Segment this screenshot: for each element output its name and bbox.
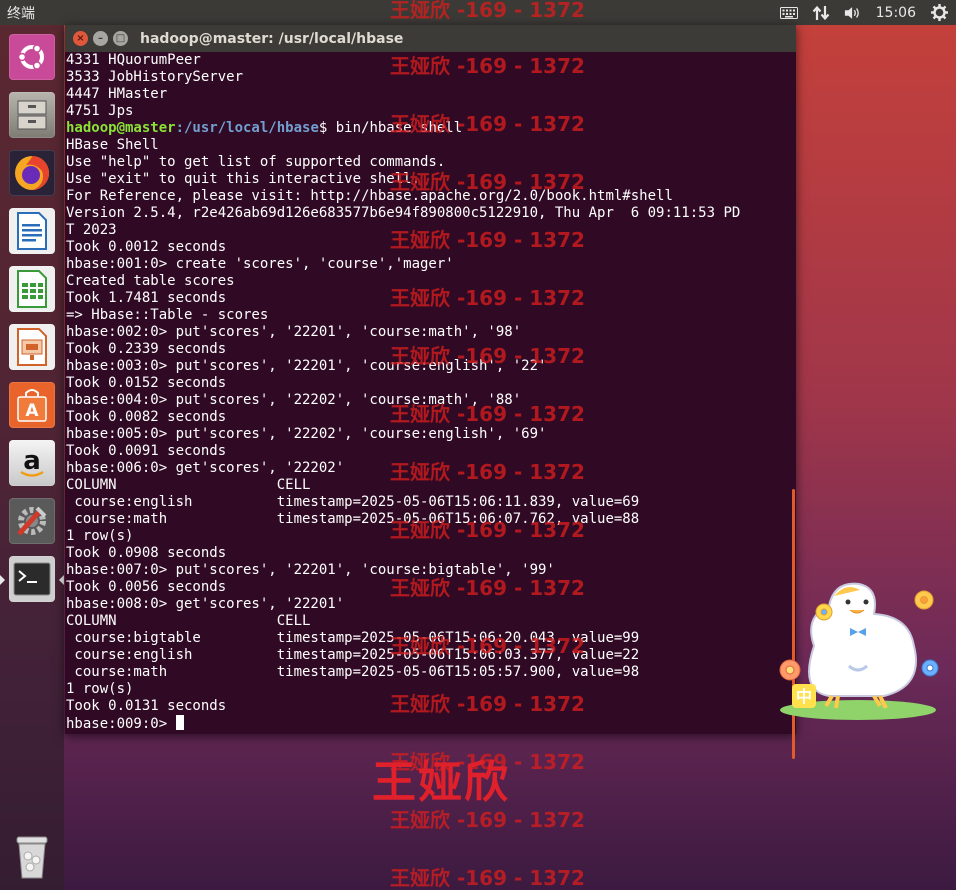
duck-sticker-icon: 中 <box>774 576 946 726</box>
terminal-line: course:math timestamp=2025-05-06T15:05:5… <box>66 664 640 680</box>
terminal-line: course:english timestamp=2025-05-06T15:0… <box>66 647 640 663</box>
launcher-firefox[interactable] <box>6 147 58 199</box>
terminal-line: Use "exit" to quit this interactive shel… <box>66 171 421 187</box>
minimize-button[interactable]: – <box>93 31 108 46</box>
terminal-line: Version 2.5.4, r2e426ab69d126e683577b6e9… <box>66 205 741 221</box>
active-app-name: 终端 <box>7 5 35 22</box>
terminal-line: => Hbase::Table - scores <box>66 307 269 323</box>
terminal-line: 3533 JobHistoryServer <box>66 69 244 85</box>
terminal-line: hbase:002:0> put'scores', '22201', 'cour… <box>66 324 522 340</box>
shell-prompt-line: hadoop@master:/usr/local/hbase$ bin/hbas… <box>66 120 790 137</box>
terminal-output[interactable]: 4331 HQuorumPeer 3533 JobHistoryServer 444… <box>65 52 790 734</box>
sticker-label: 中 <box>796 687 812 706</box>
launcher-terminal[interactable] <box>6 553 58 605</box>
terminal-line: Took 0.0056 seconds <box>66 579 227 595</box>
terminal-line: COLUMN CELL <box>66 477 311 493</box>
big-watermark: 王娅欣 <box>372 757 510 808</box>
launcher-calc[interactable] <box>6 263 58 315</box>
launcher-files[interactable] <box>6 89 58 141</box>
calc-sheet-icon <box>9 266 55 312</box>
terminal-line: Took 0.0012 seconds <box>66 239 227 255</box>
window-titlebar[interactable]: × – □ hadoop@master: /usr/local/hbase <box>65 25 796 52</box>
terminal-line: 1 row(s) <box>66 528 134 544</box>
terminal-line: hbase:001:0> create 'scores', 'course','… <box>66 256 454 272</box>
trash-icon <box>9 834 55 880</box>
launcher-impress[interactable] <box>6 321 58 373</box>
settings-tools-icon <box>9 498 55 544</box>
terminal-line: hbase:004:0> put'scores', '22202', 'cour… <box>66 392 522 408</box>
clock[interactable]: 15:06 <box>876 5 916 21</box>
terminal-line: 4331 HQuorumPeer <box>66 52 201 68</box>
ubuntu-logo-icon <box>9 34 55 80</box>
gear-icon[interactable] <box>930 4 948 21</box>
keyboard-icon[interactable] <box>779 5 798 21</box>
terminal-line: Took 0.0091 seconds <box>66 443 227 459</box>
terminal-line: Took 0.0131 seconds <box>66 698 227 714</box>
file-cabinet-icon <box>9 92 55 138</box>
terminal-line: hbase:003:0> put'scores', '22201', 'cour… <box>66 358 547 374</box>
top-panel: 终端 15:06 <box>0 0 956 25</box>
terminal-line: Created table scores <box>66 273 235 289</box>
amazon-icon: a <box>9 440 55 486</box>
terminal-window[interactable]: × – □ hadoop@master: /usr/local/hbase 43… <box>65 25 796 759</box>
svg-text:A: A <box>25 401 39 421</box>
volume-icon[interactable] <box>844 5 862 21</box>
prompt-path: :/usr/local/hbase <box>175 120 319 136</box>
writer-doc-icon <box>9 208 55 254</box>
terminal-line: hbase:008:0> get'scores', '22201' <box>66 596 345 612</box>
terminal-line: COLUMN CELL <box>66 613 311 629</box>
shopping-bag-icon: A <box>9 382 55 428</box>
text-cursor <box>175 715 184 730</box>
terminal-line: 4751 Jps <box>66 103 134 119</box>
terminal-line: course:bigtable timestamp=2025-05-06T15:… <box>66 630 640 646</box>
launcher-amazon[interactable]: a <box>6 437 58 489</box>
window-title: hadoop@master: /usr/local/hbase <box>140 30 404 47</box>
terminal-icon <box>9 556 55 602</box>
launcher: A a <box>0 25 64 890</box>
prompt-command: $ bin/hbase shell <box>318 120 463 136</box>
terminal-line: course:english timestamp=2025-05-06T15:0… <box>66 494 640 510</box>
maximize-icon: □ <box>115 33 126 44</box>
current-input-line[interactable]: hbase:009:0> <box>66 715 790 732</box>
terminal-line: 1 row(s) <box>66 681 134 697</box>
terminal-line: 4447 HMaster <box>66 86 168 102</box>
maximize-button[interactable]: □ <box>113 31 128 46</box>
launcher-software-center[interactable]: A <box>6 379 58 431</box>
prompt-user: hadoop@master <box>66 120 176 136</box>
network-arrows-icon[interactable] <box>812 5 830 21</box>
terminal-line: hbase:007:0> put'scores', '22201', 'cour… <box>66 562 555 578</box>
terminal-line: Use "help" to get list of supported comm… <box>66 154 446 170</box>
terminal-line: Took 0.0908 seconds <box>66 545 227 561</box>
impress-slide-icon <box>9 324 55 370</box>
running-indicator <box>0 575 5 585</box>
current-prompt: hbase:009:0> <box>66 716 176 732</box>
terminal-line: For Reference, please visit: http://hbas… <box>66 188 673 204</box>
close-button[interactable]: × <box>73 31 88 46</box>
minimize-icon: – <box>98 33 103 44</box>
firefox-icon <box>9 150 55 196</box>
terminal-line: Took 0.0082 seconds <box>66 409 227 425</box>
close-icon: × <box>76 33 85 44</box>
terminal-line: course:math timestamp=2025-05-06T15:06:0… <box>66 511 640 527</box>
launcher-trash[interactable] <box>6 831 58 883</box>
terminal-line: HBase Shell <box>66 137 159 153</box>
svg-text:a: a <box>23 446 41 476</box>
terminal-line: Took 0.2339 seconds <box>66 341 227 357</box>
launcher-ubuntu-dash[interactable] <box>6 31 58 83</box>
watermark-text: 王娅欣 -169 - 1372 <box>390 866 585 890</box>
focus-indicator <box>59 575 64 585</box>
terminal-line: Took 0.0152 seconds <box>66 375 227 391</box>
launcher-settings[interactable] <box>6 495 58 547</box>
terminal-line: T 2023 <box>66 222 117 238</box>
launcher-writer[interactable] <box>6 205 58 257</box>
terminal-line: Took 1.7481 seconds <box>66 290 227 306</box>
terminal-line: hbase:005:0> put'scores', '22202', 'cour… <box>66 426 547 442</box>
terminal-line: hbase:006:0> get'scores', '22202' <box>66 460 345 476</box>
